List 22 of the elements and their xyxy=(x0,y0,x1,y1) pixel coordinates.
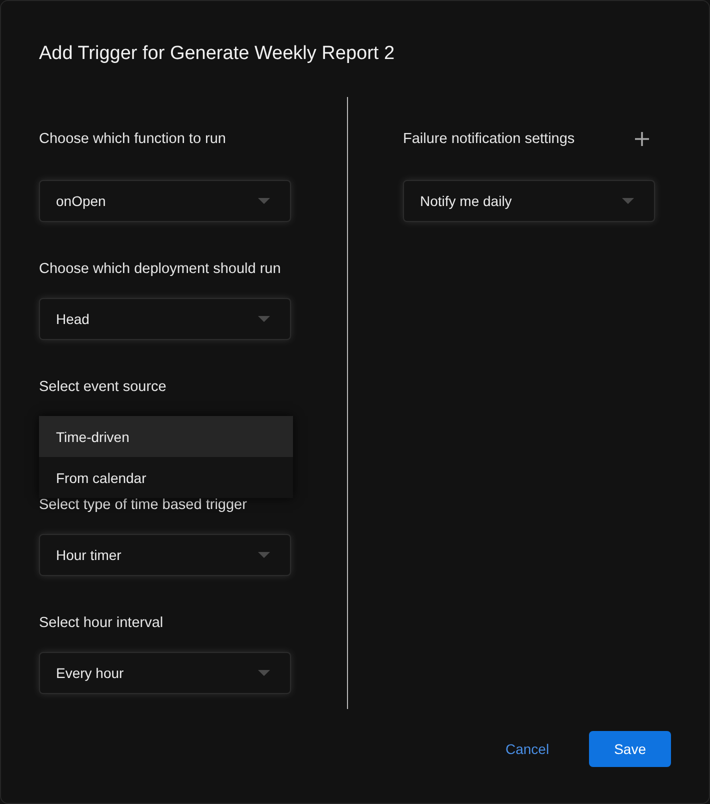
dialog-title: Add Trigger for Generate Weekly Report 2 xyxy=(39,43,395,65)
field-label: Select type of time based trigger xyxy=(39,496,247,515)
caret-icon xyxy=(258,316,270,322)
caret-icon xyxy=(258,552,270,558)
menu-item[interactable]: Time-driven xyxy=(39,416,293,457)
dropdown-select[interactable]: Hour timer xyxy=(39,534,291,576)
add-icon[interactable] xyxy=(635,132,649,146)
cancel-button[interactable]: Cancel xyxy=(505,731,550,767)
save-button[interactable]: Save xyxy=(589,731,671,767)
menu-item[interactable]: From calendar xyxy=(39,457,293,498)
caret-icon xyxy=(622,198,634,204)
dropdown-select[interactable]: onOpen xyxy=(39,180,291,222)
caret-icon xyxy=(258,198,270,204)
dropdown-select[interactable]: Notify me daily xyxy=(403,180,655,222)
field-label: Failure notification settings xyxy=(403,130,575,149)
field-label: Select event source xyxy=(39,378,166,397)
field-label: Choose which deployment should run xyxy=(39,260,281,279)
field-label: Select hour interval xyxy=(39,614,164,633)
caret-icon xyxy=(258,670,270,676)
field-label: Choose which function to run xyxy=(39,130,226,149)
dropdown-select[interactable]: Every hour xyxy=(39,652,291,694)
dropdown-select[interactable]: Head xyxy=(39,298,291,340)
